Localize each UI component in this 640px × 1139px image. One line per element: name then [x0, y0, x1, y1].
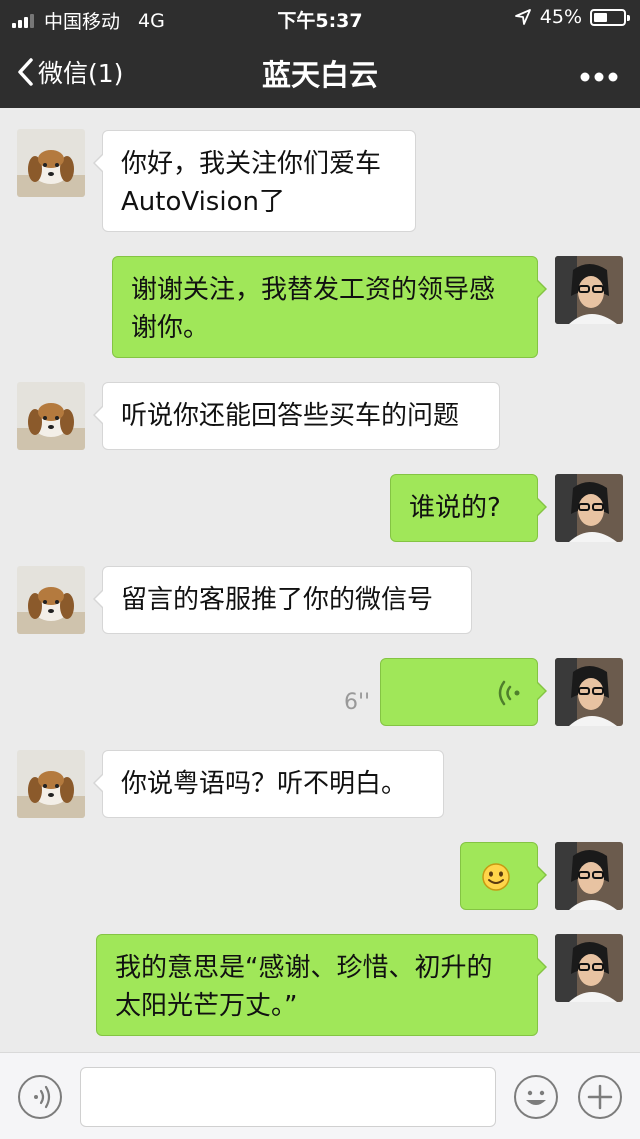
- beagle-avatar[interactable]: [17, 750, 85, 818]
- message-bubble[interactable]: 你说粤语吗？听不明白。: [93, 750, 444, 818]
- user-avatar[interactable]: [555, 842, 623, 910]
- message-bubble[interactable]: 你好，我关注你们爱车 AutoVision了: [93, 130, 416, 232]
- message-text-line: 谢你。: [131, 313, 210, 343]
- message-text-line: 听说你还能回答些买车的问题: [121, 401, 460, 431]
- message-text-line: AutoVision了: [121, 187, 285, 217]
- message-input[interactable]: [80, 1067, 496, 1127]
- plus-icon[interactable]: [578, 1075, 622, 1119]
- user-avatar[interactable]: [555, 934, 623, 1002]
- location-arrow-icon: [514, 9, 531, 25]
- message-bubble[interactable]: 谢谢关注，我替发工资的领导感 谢你。: [112, 256, 547, 358]
- voice-message-bubble[interactable]: [380, 658, 547, 726]
- more-icon[interactable]: [580, 56, 618, 91]
- message-text-line: 你好，我关注你们爱车: [121, 149, 382, 179]
- message-text-line: 我的意思是“感谢、珍惜、初升的: [115, 953, 493, 983]
- message-text-line: 留言的客服推了你的微信号: [121, 585, 434, 615]
- message-bubble[interactable]: 留言的客服推了你的微信号: [93, 566, 472, 634]
- beagle-avatar[interactable]: [17, 566, 85, 634]
- voice-duration: 6'': [344, 690, 371, 715]
- emoji-message-bubble[interactable]: [460, 842, 547, 910]
- battery-percent: 45%: [539, 6, 582, 28]
- input-bar: [0, 1052, 640, 1139]
- beagle-avatar[interactable]: [17, 129, 85, 197]
- message-bubble[interactable]: 我的意思是“感谢、珍惜、初升的 太阳光芒万丈。”: [96, 934, 547, 1036]
- chat-title: 蓝天白云: [261, 58, 378, 92]
- message-text-line: 太阳光芒万丈。”: [115, 991, 298, 1021]
- emoji-icon[interactable]: [514, 1075, 558, 1119]
- message-text-line: 谁说的?: [409, 493, 501, 523]
- user-avatar[interactable]: [555, 474, 623, 542]
- status-bar: 中国移动 4G 下午5:37 45%: [0, 0, 640, 36]
- beagle-avatar[interactable]: [17, 382, 85, 450]
- voice-toggle-icon[interactable]: [18, 1075, 62, 1119]
- nav-bar: 微信(1) 蓝天白云: [0, 36, 640, 108]
- smile-emoji: [482, 863, 510, 891]
- message-bubble[interactable]: 谁说的?: [390, 474, 547, 542]
- message-text-line: 你说粤语吗？听不明白。: [121, 769, 408, 799]
- message-text-line: 谢谢关注，我替发工资的领导感: [131, 275, 496, 305]
- status-right: 45%: [514, 6, 630, 28]
- user-avatar[interactable]: [555, 256, 623, 324]
- voice-wave-icon: [498, 680, 520, 706]
- user-avatar[interactable]: [555, 658, 623, 726]
- message-bubble[interactable]: 听说你还能回答些买车的问题: [93, 382, 500, 450]
- battery-icon: [590, 8, 630, 26]
